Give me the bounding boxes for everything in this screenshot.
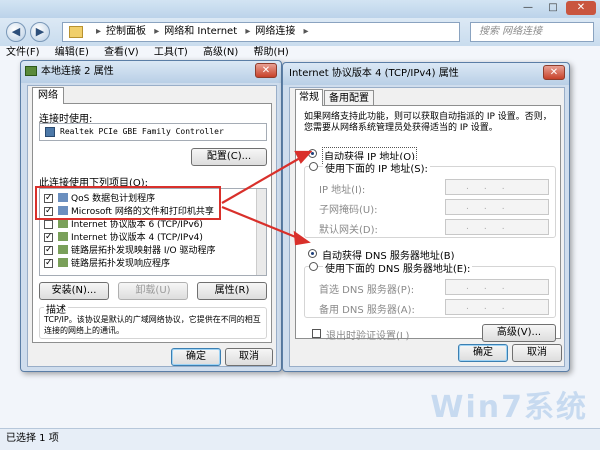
list-item[interactable]: ✓ Internet 协议版本 4 (TCP/IPv4) xyxy=(44,232,203,244)
protocol-highlight-box xyxy=(35,186,221,220)
adapter-field: Realtek PCIe GBE Family Controller xyxy=(39,123,267,141)
list-item[interactable]: ✓ 链路层拓扑发现映射器 I/O 驱动程序 xyxy=(44,245,216,257)
status-text: 已选择 1 项 xyxy=(6,433,59,444)
intro-text: 如果网络支持此功能，则可以获取自动指派的 IP 设置。否则，您需要从网络系统管理… xyxy=(304,112,552,133)
validate-checkbox[interactable] xyxy=(312,329,321,338)
close-button[interactable]: ✕ xyxy=(543,65,565,80)
menu-help[interactable]: 帮助(H) xyxy=(248,46,295,60)
general-tab-panel: 如果网络支持此功能，则可以获取自动指派的 IP 设置。否则，您需要从网络系统管理… xyxy=(295,105,561,342)
protocol-icon xyxy=(58,258,68,267)
breadcrumb-control-panel[interactable]: 控制面板 xyxy=(106,26,146,37)
uninstall-button[interactable]: 卸载(U) xyxy=(118,282,188,300)
subnet-mask-label: 子网掩码(U): xyxy=(319,205,378,216)
menu-edit[interactable]: 编辑(E) xyxy=(49,46,95,60)
menubar: 文件(F) 编辑(E) 查看(V) 工具(T) 高级(N) 帮助(H) xyxy=(0,46,600,60)
manual-ip-radio[interactable] xyxy=(309,162,318,171)
adapter-name: Realtek PCIe GBE Family Controller xyxy=(60,127,224,136)
auto-ip-radio[interactable] xyxy=(308,149,317,158)
network-card-icon xyxy=(45,127,55,137)
dialog-title: 本地连接 2 属性 xyxy=(21,61,281,83)
manual-dns-label[interactable]: 使用下面的 DNS 服务器地址(E): xyxy=(323,260,473,275)
network-adapter-icon xyxy=(25,66,37,76)
ip-settings-group: 使用下面的 IP 地址(S): IP 地址(I): ... 子网掩码(U): .… xyxy=(304,160,556,238)
explorer-titlebar: — □ ✕ xyxy=(0,0,600,18)
tab-network[interactable]: 网络 xyxy=(32,87,64,104)
ok-button[interactable]: 确定 xyxy=(458,344,508,362)
ok-button[interactable]: 确定 xyxy=(171,348,221,366)
protocol-icon xyxy=(58,232,68,241)
menu-file[interactable]: 文件(F) xyxy=(0,46,46,60)
close-button[interactable]: ✕ xyxy=(255,63,277,78)
manual-dns-radio[interactable] xyxy=(309,262,318,271)
network-tab-panel: 连接时使用: Realtek PCIe GBE Family Controlle… xyxy=(32,103,272,343)
alternate-dns-field[interactable]: ... xyxy=(445,299,549,315)
list-scrollbar[interactable] xyxy=(256,189,266,275)
item-checkbox[interactable]: ✓ xyxy=(44,259,53,268)
auto-dns-radio[interactable] xyxy=(308,249,317,258)
forward-button[interactable]: ▶ xyxy=(30,22,50,42)
dns-settings-group: 使用下面的 DNS 服务器地址(E): 首选 DNS 服务器(P): ... 备… xyxy=(304,260,556,318)
watermark: Win7系统 xyxy=(430,390,588,425)
ip-address-field[interactable]: ... xyxy=(445,179,549,195)
dialog-title: Internet 协议版本 4 (TCP/IPv4) 属性 xyxy=(283,63,569,85)
search-input[interactable]: 搜索 网络连接 xyxy=(470,22,594,42)
gateway-field[interactable]: ... xyxy=(445,219,549,235)
configure-button[interactable]: 配置(C)... xyxy=(191,148,267,166)
description-text: TCP/IP。该协议是默认的广域网络协议，它提供在不同的相互连接的网络上的通讯。 xyxy=(44,315,261,335)
protocol-icon xyxy=(58,219,68,228)
menu-tools[interactable]: 工具(T) xyxy=(148,46,194,60)
status-bar: 已选择 1 项 xyxy=(0,428,600,450)
ip-address-label: IP 地址(I): xyxy=(319,185,366,196)
menu-view[interactable]: 查看(V) xyxy=(98,46,145,60)
validate-label: 退出时验证设置(L) xyxy=(326,331,410,342)
cancel-button[interactable]: 取消 xyxy=(512,344,562,362)
properties-button[interactable]: 属性(R) xyxy=(197,282,267,300)
maximize-button[interactable]: □ xyxy=(542,1,564,15)
dialog-body: 网络 连接时使用: Realtek PCIe GBE Family Contro… xyxy=(27,85,277,367)
item-checkbox[interactable]: ✓ xyxy=(44,233,53,242)
cancel-button[interactable]: 取消 xyxy=(225,348,273,366)
folder-icon xyxy=(69,26,83,38)
manual-ip-label[interactable]: 使用下面的 IP 地址(S): xyxy=(323,160,430,175)
item-checkbox[interactable] xyxy=(44,220,53,229)
description-group: 描述 TCP/IP。该协议是默认的广域网络协议，它提供在不同的相互连接的网络上的… xyxy=(39,301,267,339)
alternate-dns-label: 备用 DNS 服务器(A): xyxy=(319,305,415,316)
list-item[interactable]: Internet 协议版本 6 (TCP/IPv6) xyxy=(44,219,203,231)
install-button[interactable]: 安装(N)... xyxy=(39,282,109,300)
address-bar[interactable]: ▸ 控制面板 ▸ 网络和 Internet ▸ 网络连接 ▸ xyxy=(62,22,460,42)
menu-advanced[interactable]: 高级(N) xyxy=(197,46,244,60)
gateway-label: 默认网关(D): xyxy=(319,225,378,236)
breadcrumb-network-internet[interactable]: 网络和 Internet xyxy=(164,26,237,37)
tab-alternate-config[interactable]: 备用配置 xyxy=(324,90,374,106)
ipv4-properties-dialog: Internet 协议版本 4 (TCP/IPv4) 属性 ✕ 常规 备用配置 … xyxy=(282,62,570,372)
subnet-mask-field[interactable]: ... xyxy=(445,199,549,215)
breadcrumb-network-connections[interactable]: 网络连接 xyxy=(255,26,295,37)
list-item[interactable]: ✓ 链路层拓扑发现响应程序 xyxy=(44,258,170,270)
minimize-button[interactable]: — xyxy=(516,1,540,15)
preferred-dns-field[interactable]: ... xyxy=(445,279,549,295)
back-button[interactable]: ◀ xyxy=(6,22,26,42)
advanced-button[interactable]: 高级(V)... xyxy=(482,324,556,342)
preferred-dns-label: 首选 DNS 服务器(P): xyxy=(319,285,415,296)
protocol-icon xyxy=(58,245,68,254)
address-row: ◀ ▶ ▸ 控制面板 ▸ 网络和 Internet ▸ 网络连接 ▸ 搜索 网络连接 xyxy=(0,18,600,46)
dialog-body: 常规 备用配置 如果网络支持此功能，则可以获取自动指派的 IP 设置。否则，您需… xyxy=(289,87,565,367)
tab-general[interactable]: 常规 xyxy=(295,89,323,106)
close-window-button[interactable]: ✕ xyxy=(566,1,596,15)
item-checkbox[interactable]: ✓ xyxy=(44,246,53,255)
